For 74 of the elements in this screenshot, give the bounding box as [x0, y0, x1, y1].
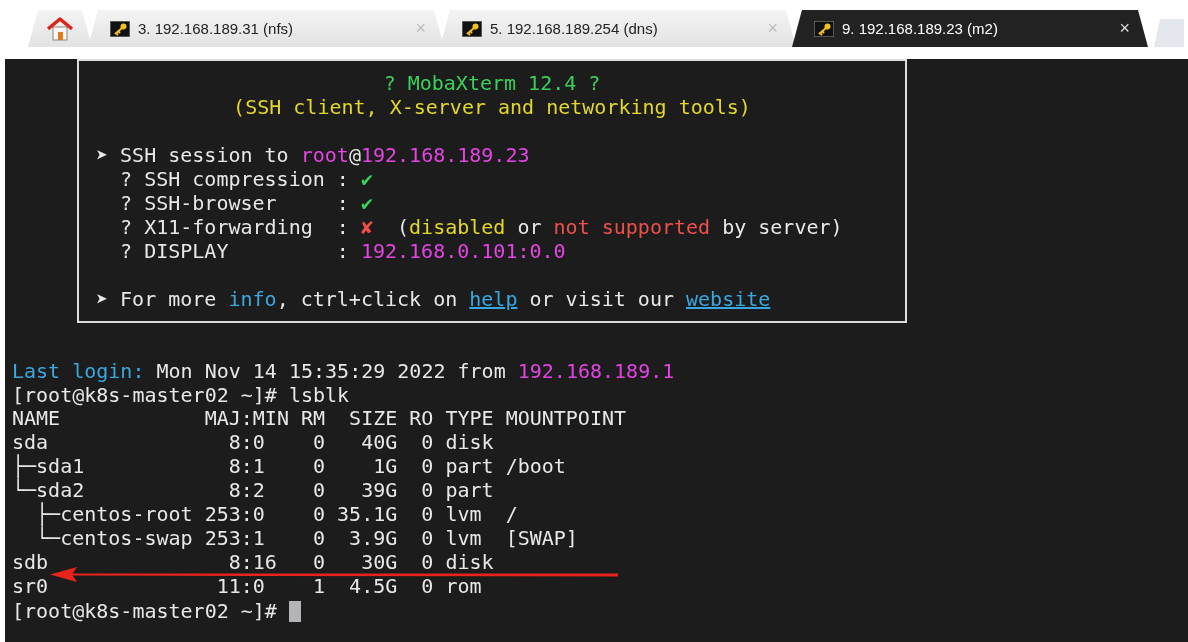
- table-cell: /boot: [505, 457, 566, 476]
- table-cell: 0: [313, 433, 326, 452]
- key-icon: [110, 20, 130, 37]
- table-cell: sr0: [12, 577, 49, 596]
- key-icon: [814, 20, 834, 37]
- table-cell: 253:0: [204, 505, 265, 524]
- column-header: NAME: [12, 409, 61, 428]
- terminal-line: ? X11-forwarding : ✘ (disabled or not supported by server): [119, 215, 843, 239]
- terminal-cursor: [288, 601, 301, 622]
- table-cell: 0: [421, 577, 434, 596]
- terminal-line: Last login: Mon Nov 14 15:35:29 2022 from 192.168.189.1: [12, 359, 675, 383]
- table-cell: 11:0: [216, 577, 265, 596]
- terminal-line: ? SSH-browser : ✔: [119, 191, 373, 215]
- table-cell: sda: [12, 433, 49, 452]
- table-cell: disk: [445, 433, 494, 452]
- table-cell: 4.5G: [349, 577, 398, 596]
- column-header: RM: [300, 409, 326, 428]
- table-cell: 0: [421, 457, 434, 476]
- terminal-line: ➤ SSH session to root@192.168.189.23: [96, 143, 530, 167]
- table-cell: 39G: [361, 481, 398, 500]
- table-cell: /: [505, 505, 518, 524]
- table-cell: 0: [421, 481, 434, 500]
- table-cell: 253:1: [204, 529, 265, 548]
- terminal-link[interactable]: help: [469, 287, 518, 311]
- house-icon: [47, 16, 73, 41]
- table-cell: disk: [445, 553, 494, 572]
- key-icon: [462, 20, 482, 37]
- session-tab[interactable]: 5. 192.168.189.254 (dns) ×: [440, 10, 796, 47]
- terminal-line: ? DISPLAY : 192.168.0.101:0.0: [119, 239, 566, 263]
- table-cell: 0: [421, 505, 434, 524]
- terminal-link[interactable]: website: [686, 287, 771, 311]
- session-tab[interactable]: 3. 192.168.189.31 (nfs) ×: [88, 10, 444, 47]
- table-cell: sdb: [12, 553, 49, 572]
- close-tab-button[interactable]: ×: [1119, 18, 1130, 39]
- table-cell: 0: [313, 529, 326, 548]
- banner-title: (SSH client, X-server and networking tools): [233, 95, 751, 119]
- table-cell: 0: [313, 457, 326, 476]
- table-cell: lvm: [445, 505, 482, 524]
- column-header: MOUNTPOINT: [505, 409, 627, 428]
- table-cell: 8:0: [228, 433, 265, 452]
- terminal-line: ? SSH compression : ✔: [119, 167, 373, 191]
- session-tab[interactable]: 9. 192.168.189.23 (m2) ×: [792, 10, 1148, 47]
- column-header: RO: [409, 409, 434, 428]
- table-cell: 0: [421, 553, 434, 572]
- table-cell: 40G: [361, 433, 398, 452]
- table-cell: 30G: [361, 553, 398, 572]
- table-cell: 8:1: [228, 457, 265, 476]
- terminal-line: ➤ For more info, ctrl+click on help or visit our website: [96, 287, 771, 311]
- home-tab[interactable]: [28, 10, 92, 47]
- terminal-line: [root@k8s-master02 ~]# lsblk: [12, 383, 350, 407]
- table-cell: 35.1G: [337, 505, 398, 524]
- table-cell: 8:2: [228, 481, 265, 500]
- table-cell: 3.9G: [349, 529, 398, 548]
- column-header: SIZE: [349, 409, 398, 428]
- banner-title: ? MobaXterm 12.4 ?: [383, 71, 601, 95]
- table-cell: rom: [445, 577, 482, 596]
- column-header: MAJ:MIN: [204, 409, 289, 428]
- table-cell: 1: [313, 577, 326, 596]
- table-cell: 0: [313, 481, 326, 500]
- table-cell: 0: [313, 553, 326, 572]
- table-cell: 0: [421, 433, 434, 452]
- table-cell: 1G: [373, 457, 398, 476]
- column-header: TYPE: [445, 409, 494, 428]
- terminal-prompt: [root@k8s-master02 ~]#: [12, 599, 277, 623]
- tab-label: 3. 192.168.189.31 (nfs): [138, 20, 295, 37]
- table-cell: 8:16: [228, 553, 277, 572]
- table-cell: lvm: [445, 529, 482, 548]
- tab-label: 5. 192.168.189.254 (dns): [490, 20, 659, 37]
- table-cell: part: [445, 481, 494, 500]
- table-cell: part: [445, 457, 494, 476]
- table-cell: [SWAP]: [505, 529, 578, 548]
- table-cell: 0: [313, 505, 326, 524]
- tab-label: 9. 192.168.189.23 (m2): [842, 20, 999, 37]
- table-cell: 0: [421, 529, 434, 548]
